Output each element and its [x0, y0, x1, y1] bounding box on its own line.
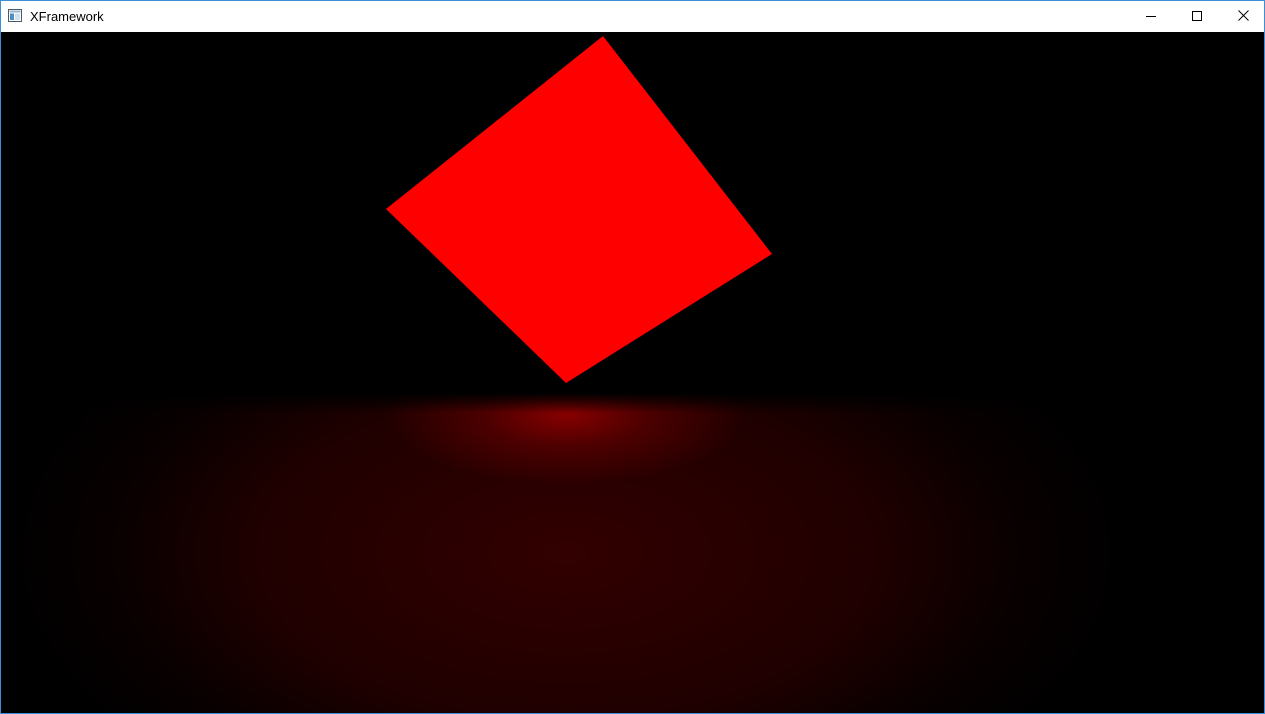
close-button[interactable]: [1220, 1, 1264, 32]
window-title: XFramework: [30, 9, 104, 24]
rotating-cube: [386, 36, 772, 383]
minimize-button[interactable]: [1128, 1, 1174, 32]
app-icon: [8, 9, 22, 22]
close-icon: [1237, 8, 1249, 26]
maximize-button[interactable]: [1174, 1, 1220, 32]
title-bar[interactable]: XFramework: [1, 1, 1264, 32]
render-viewport[interactable]: [1, 32, 1264, 713]
minimize-icon: [1146, 8, 1156, 26]
maximize-icon: [1192, 8, 1202, 26]
app-window: XFramework: [0, 0, 1265, 714]
scene-canvas: [386, 36, 772, 383]
